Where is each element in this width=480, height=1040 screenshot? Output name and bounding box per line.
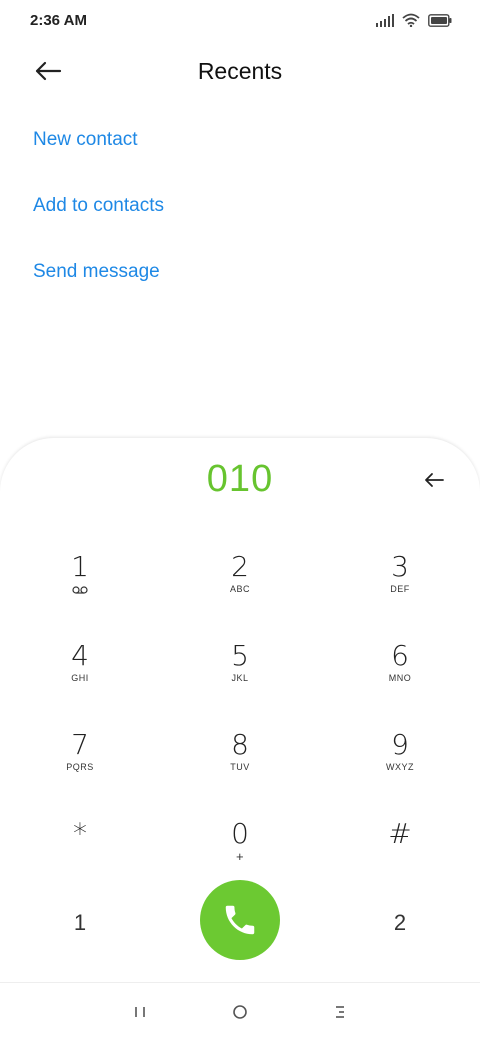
keypad-row: 1 2 ABC 3 DEF — [0, 542, 480, 631]
key-8[interactable]: 8 TUV — [160, 720, 320, 809]
menu-button[interactable] — [326, 1001, 354, 1023]
dialer-bottom-row: 1 2 — [0, 878, 480, 968]
key-digit: 5 — [231, 639, 249, 672]
battery-icon — [428, 13, 452, 27]
recent-apps-button[interactable] — [126, 1001, 154, 1023]
status-time: 2:36 AM — [30, 12, 87, 29]
key-digit: 0 — [231, 817, 249, 850]
key-digit: 6 — [391, 639, 409, 672]
keypad-row: 7 PQRS 8 TUV 9 WXYZ — [0, 720, 480, 809]
key-letters: WXYZ — [386, 762, 414, 772]
recent-apps-icon — [135, 1007, 145, 1017]
key-2[interactable]: 2 ABC — [160, 542, 320, 631]
dialed-number: 010 — [206, 458, 274, 500]
key-letters: MNO — [388, 673, 412, 683]
key-letters: TUV — [230, 762, 250, 772]
key-digit: # — [388, 817, 412, 850]
status-icons — [376, 13, 452, 27]
status-bar: 2:36 AM — [0, 0, 480, 44]
home-button[interactable] — [226, 1001, 254, 1023]
key-9[interactable]: 9 WXYZ — [320, 720, 480, 809]
keypad: 1 2 ABC 3 DEF 4 GHI 5 JKL 6 MNO 7 PQRS 8… — [0, 542, 480, 898]
key-5[interactable]: 5 JKL — [160, 631, 320, 720]
new-contact-link[interactable]: New contact — [33, 108, 164, 174]
key-digit: 4 — [71, 639, 89, 672]
page-title: Recents — [197, 58, 283, 84]
keypad-row: 4 GHI 5 JKL 6 MNO — [0, 631, 480, 720]
key-digit: 7 — [71, 728, 89, 761]
navigation-bar — [0, 982, 480, 1040]
key-letters: + — [235, 849, 245, 864]
call-button[interactable] — [200, 880, 280, 960]
voicemail-icon — [72, 586, 88, 594]
key-letters: GHI — [71, 673, 89, 683]
key-4[interactable]: 4 GHI — [0, 631, 160, 720]
phone-icon — [225, 905, 255, 935]
dialer-panel: 010 1 2 ABC 3 DEF 4 GHI 5 JKL 6 MNO 7 PQ… — [0, 438, 480, 982]
key-letters: PQRS — [66, 762, 94, 772]
key-letters: DEF — [390, 584, 410, 594]
add-to-contacts-link[interactable]: Add to contacts — [33, 174, 164, 240]
key-digit: 2 — [231, 550, 249, 583]
home-icon — [233, 1005, 247, 1019]
key-digit: 8 — [231, 728, 249, 761]
actions-list: New contact Add to contacts Send message — [33, 108, 164, 306]
backspace-icon — [425, 473, 444, 487]
key-digit: * — [73, 817, 87, 850]
sim1-button[interactable]: 1 — [65, 908, 95, 938]
signal-icon — [376, 13, 394, 27]
key-3[interactable]: 3 DEF — [320, 542, 480, 631]
key-digit: 1 — [71, 550, 89, 583]
wifi-icon — [402, 13, 420, 27]
key-7[interactable]: 7 PQRS — [0, 720, 160, 809]
back-menu-icon — [336, 1006, 344, 1018]
header: Recents — [0, 44, 480, 100]
send-message-link[interactable]: Send message — [33, 240, 164, 306]
key-letters: ABC — [229, 584, 250, 594]
sim2-button[interactable]: 2 — [385, 908, 415, 938]
backspace-button[interactable] — [422, 468, 446, 492]
sim2-label: 2 — [393, 910, 407, 935]
key-6[interactable]: 6 MNO — [320, 631, 480, 720]
key-digit: 3 — [391, 550, 409, 583]
key-1[interactable]: 1 — [0, 542, 160, 631]
sim1-label: 1 — [73, 910, 87, 935]
key-letters: JKL — [231, 673, 249, 683]
key-digit: 9 — [391, 728, 409, 761]
